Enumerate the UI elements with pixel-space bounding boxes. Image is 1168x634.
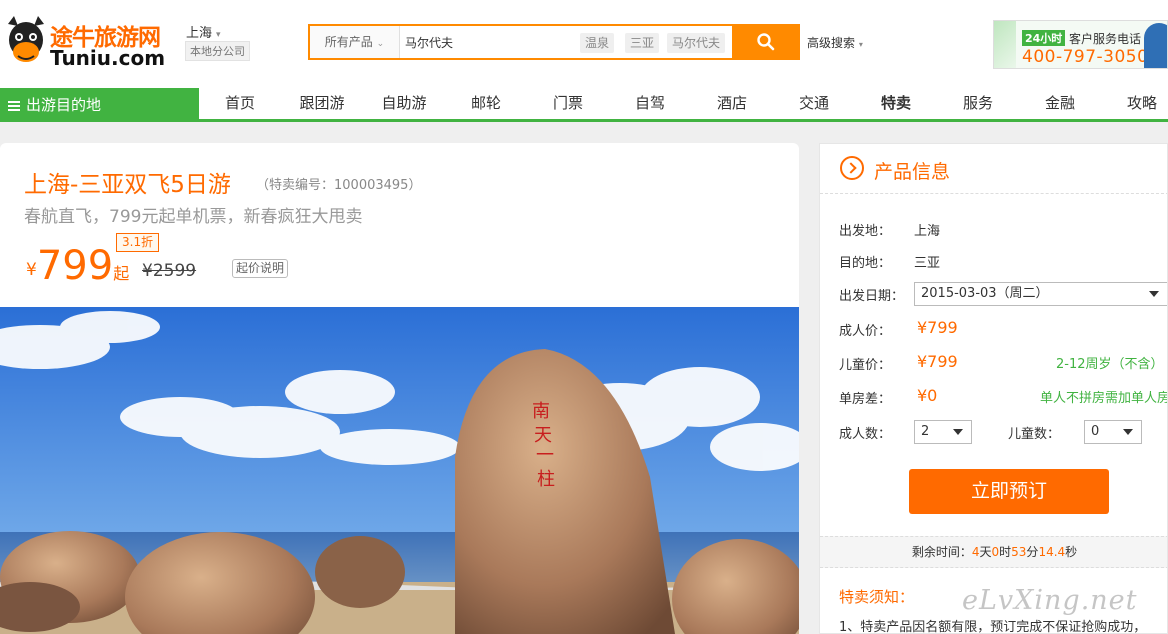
countdown-minutes-unit: 分	[1026, 545, 1039, 559]
dropdown-arrow-icon	[1149, 291, 1159, 297]
search-bar: 所有产品 ⌄ 温泉 三亚 马尔代夫	[308, 24, 800, 60]
product-panel: 上海-三亚双飞5日游 （特卖编号：100003495） 春航直飞，799元起单机…	[0, 143, 799, 634]
adult-price-label: 成人价：	[839, 324, 892, 339]
price-note-button[interactable]: 起价说明	[232, 259, 289, 278]
site-header: 途牛旅游网 Tuniu.com 上海▾ 本地分公司 所有产品 ⌄ 温泉 三亚 马…	[0, 0, 1168, 88]
adults-count-select[interactable]: 2	[914, 420, 972, 444]
child-price: ¥799	[917, 352, 958, 371]
nav-item-cruise[interactable]: 邮轮	[451, 88, 521, 119]
product-title: 上海-三亚双飞5日游	[24, 172, 231, 198]
search-input[interactable]	[405, 32, 565, 52]
notice-line: 1、特卖产品因名额有限，预订完成不保证抢购成功，	[839, 620, 1147, 634]
advanced-search-link[interactable]: 高级搜索 ▾	[807, 34, 863, 51]
info-title: 产品信息	[874, 161, 951, 183]
inscription-char: 天	[534, 425, 552, 446]
countdown-timer: 剩余时间：4天0时53分14.4秒	[820, 536, 1167, 568]
main-nav: 出游目的地 首页 跟团游 自助游 邮轮 门票 自驾 酒店 交通 特卖 服务 金融…	[0, 88, 1168, 122]
product-price: ¥799起	[26, 243, 129, 289]
departure-label: 出发地：	[839, 224, 892, 239]
search-button[interactable]	[732, 24, 800, 60]
price-amount: 799	[36, 243, 114, 289]
advanced-search-label: 高级搜索	[807, 36, 856, 50]
children-count-select[interactable]: 0	[1084, 420, 1142, 444]
original-price: ¥2599	[142, 261, 197, 281]
hotline-24h-badge: 24小时	[1022, 30, 1066, 46]
notice-title: 特卖须知：	[839, 588, 915, 606]
adult-price: ¥799	[917, 318, 958, 337]
city-name: 上海	[186, 26, 213, 41]
price-suffix: 起	[113, 264, 130, 283]
book-now-button[interactable]: 立即预订	[909, 469, 1109, 514]
branch-link[interactable]: 本地分公司	[185, 41, 250, 61]
watermark: eLvXing.net	[962, 585, 1138, 616]
search-category-label: 所有产品	[324, 35, 373, 49]
single-room-note: 单人不拼房需加单人房	[1040, 391, 1168, 406]
nav-item-home[interactable]: 首页	[205, 88, 275, 119]
adults-count: 2	[921, 424, 930, 439]
product-info-panel: 产品信息 出发地： 上海 目的地： 三亚 出发日期： 2015-03-03（周二…	[819, 143, 1168, 634]
single-room-label: 单房差：	[839, 392, 892, 407]
adults-label: 成人数：	[839, 427, 892, 442]
countdown-minutes: 53	[1011, 545, 1027, 559]
currency-symbol: ¥	[26, 260, 37, 280]
children-count: 0	[1091, 424, 1100, 439]
nav-item-hotel[interactable]: 酒店	[697, 88, 767, 119]
search-tag[interactable]: 温泉	[580, 33, 615, 53]
nav-item-self-drive[interactable]: 自驾	[615, 88, 685, 119]
banner-decoration	[994, 21, 1016, 68]
cow-logo-icon	[8, 16, 44, 62]
chevron-down-icon: ⌄	[376, 39, 385, 49]
tuniu-logo[interactable]: 途牛旅游网 Tuniu.com	[4, 12, 176, 72]
search-tag[interactable]: 三亚	[625, 33, 660, 53]
date-label: 出发日期：	[839, 289, 905, 304]
destinations-menu[interactable]: 出游目的地	[0, 88, 199, 122]
product-photo[interactable]: 南 天 一 柱	[0, 307, 799, 634]
logo-text-en: Tuniu.com	[50, 46, 166, 70]
menu-icon	[8, 101, 20, 111]
nav-item-group-tour[interactable]: 跟团游	[287, 88, 357, 119]
date-value: 2015-03-03（周二）	[921, 286, 1049, 301]
product-code: （特卖编号：100003495）	[256, 178, 422, 193]
nav-item-free-tour[interactable]: 自助游	[369, 88, 439, 119]
inscription-char: 一	[536, 445, 554, 466]
nav-item-tickets[interactable]: 门票	[533, 88, 603, 119]
inscription-char: 南	[532, 401, 550, 422]
product-subtitle: 春航直飞，799元起单机票，新春疯狂大甩卖	[24, 207, 363, 227]
departure-value: 上海	[914, 224, 941, 239]
city-selector[interactable]: 上海 ▾	[186, 22, 221, 41]
dropdown-arrow-icon	[953, 429, 963, 435]
inscription-char: 柱	[537, 469, 555, 490]
single-room-price: ¥0	[917, 386, 938, 405]
child-age-note: 2-12周岁（不含）	[1056, 357, 1164, 372]
hotline-banner: 24小时 客户服务电话 400-797-3050	[993, 20, 1168, 69]
search-icon	[757, 33, 775, 51]
child-price-label: 儿童价：	[839, 358, 892, 373]
countdown-days-unit: 天	[979, 545, 992, 559]
chevron-circle-icon	[840, 156, 864, 180]
countdown-seconds: 14.4	[1038, 545, 1066, 559]
search-tag[interactable]: 马尔代夫	[667, 33, 726, 53]
chevron-down-icon: ▾	[858, 40, 863, 49]
hotline-label: 客户服务电话	[1069, 32, 1142, 46]
dropdown-arrow-icon	[1123, 429, 1133, 435]
info-header: 产品信息	[820, 144, 1167, 194]
departure-date-select[interactable]: 2015-03-03（周二）	[914, 282, 1167, 306]
nav-item-transport[interactable]: 交通	[779, 88, 849, 119]
destination-label: 目的地：	[839, 256, 892, 271]
nav-item-service[interactable]: 服务	[943, 88, 1013, 119]
countdown-hours-unit: 时	[999, 545, 1012, 559]
children-label: 儿童数：	[1008, 427, 1061, 442]
nav-item-guides[interactable]: 攻略	[1107, 88, 1168, 119]
chevron-down-icon: ▾	[216, 30, 221, 40]
hotline-number: 400-797-3050	[1022, 47, 1149, 67]
countdown-label: 剩余时间：	[911, 545, 972, 559]
destination-value: 三亚	[914, 256, 941, 271]
search-category-select[interactable]: 所有产品 ⌄	[310, 26, 400, 58]
agent-avatar	[1144, 23, 1167, 68]
nav-item-finance[interactable]: 金融	[1025, 88, 1095, 119]
nav-item-flash-sale[interactable]: 特卖	[861, 88, 931, 119]
countdown-hours: 0	[991, 545, 1000, 559]
destinations-label: 出游目的地	[26, 96, 102, 114]
countdown-seconds-unit: 秒	[1065, 545, 1078, 559]
